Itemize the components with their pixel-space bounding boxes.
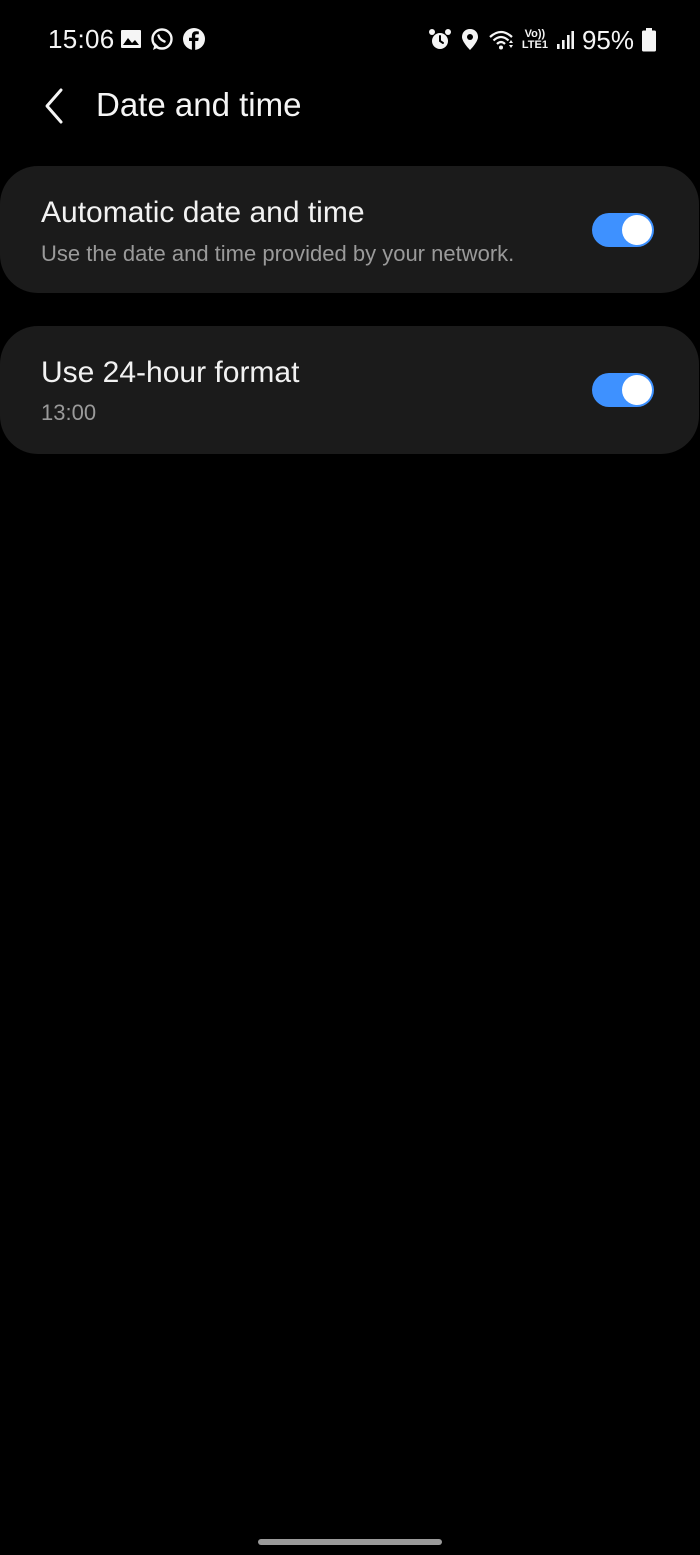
chevron-left-icon	[45, 88, 63, 124]
gallery-icon	[120, 29, 142, 49]
toggle-knob	[622, 375, 652, 405]
system-icons: Vo)) LTE1 95%	[428, 24, 656, 56]
app-header: Date and time	[0, 78, 700, 138]
wifi-icon	[488, 29, 514, 51]
home-gesture-handle[interactable]	[258, 1539, 442, 1545]
status-bar: 15:06 Vo)) LTE1 95%	[0, 0, 700, 80]
automatic-date-time-setting[interactable]: Automatic date and time Use the date and…	[0, 166, 699, 293]
setting-title: Automatic date and time	[41, 196, 365, 229]
back-button[interactable]	[34, 82, 74, 130]
setting-subtitle: Use the date and time provided by your n…	[41, 241, 515, 266]
notification-icons	[120, 27, 206, 51]
automatic-date-time-toggle[interactable]	[592, 213, 654, 247]
setting-title: Use 24-hour format	[41, 356, 300, 389]
volte-icon: Vo)) LTE1	[522, 29, 548, 51]
battery-icon	[642, 28, 656, 52]
battery-percent: 95%	[581, 24, 634, 55]
location-icon	[460, 28, 480, 52]
network-type-bottom: LTE1	[521, 39, 548, 51]
page-title: Date and time	[96, 86, 302, 123]
whatsapp-icon	[150, 27, 174, 51]
facebook-icon	[182, 27, 206, 51]
setting-subtitle: 13:00	[41, 400, 97, 425]
alarm-icon	[428, 28, 452, 52]
status-time: 15:06	[48, 24, 115, 54]
24-hour-format-setting[interactable]: Use 24-hour format 13:00	[0, 326, 699, 454]
toggle-knob	[622, 215, 652, 245]
24-hour-format-toggle[interactable]	[592, 373, 654, 407]
signal-icon	[556, 30, 574, 50]
